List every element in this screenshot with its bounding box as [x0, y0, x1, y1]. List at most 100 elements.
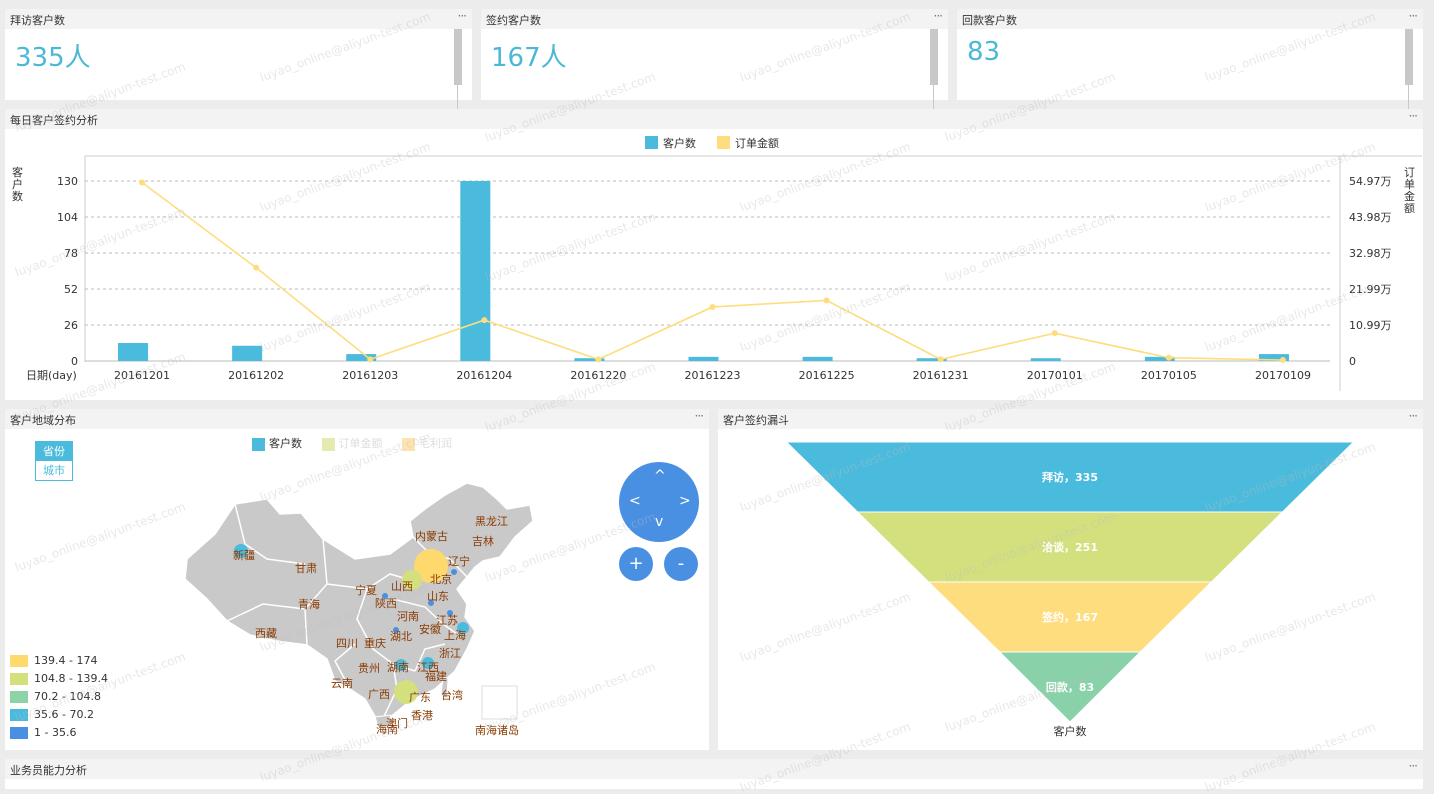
province-label: 甘肃	[295, 562, 317, 575]
province-label: 陕西	[375, 596, 397, 610]
bar-series	[118, 181, 1289, 361]
province-label: 重庆	[364, 636, 386, 650]
divider	[1408, 85, 1409, 109]
scrollbar[interactable]	[930, 29, 938, 85]
panel-header: 拜访客户数 ···	[5, 9, 472, 29]
zoom-out-button[interactable]: -	[664, 547, 698, 581]
province-label: 福建	[425, 669, 447, 683]
legend-label-amount[interactable]: 订单金额	[735, 136, 779, 150]
province-label: 广东	[409, 691, 431, 704]
right-tick-labels: 54.97万 43.98万 32.98万 21.99万 10.99万 0	[1349, 175, 1392, 368]
south-sea-inset	[481, 685, 518, 720]
point-order-amount-20161225[interactable]	[823, 297, 830, 304]
chart-legend[interactable]: 客户数 订单金额	[645, 136, 779, 150]
funnel-axis-label: 客户数	[1054, 724, 1087, 738]
panel-title: 业务员能力分析	[10, 764, 87, 777]
scrollbar[interactable]	[454, 29, 462, 85]
y-axis-right-label-4: 额	[1404, 202, 1415, 215]
province-label: 吉林	[472, 534, 494, 548]
map-nav-control[interactable]: ^ v < >	[619, 462, 699, 542]
pan-down-button[interactable]: v	[655, 514, 663, 530]
province-label: 青海	[298, 597, 320, 611]
daily-combo-chart: 客户数 订单金额 客 户 数 订 单 金 额 日期(day) 130104785…	[12, 136, 1422, 391]
point-order-amount-20161201[interactable]	[139, 179, 146, 186]
legend-label-customers[interactable]: 客户数	[663, 136, 696, 150]
range-legend-item[interactable]: 70.2 - 104.8	[10, 690, 108, 708]
y-axis-left-label-3: 数	[12, 190, 23, 203]
range-legend-item[interactable]: 139.4 - 174	[10, 654, 108, 672]
pan-right-button[interactable]: >	[679, 493, 691, 509]
panel-title: 每日客户签约分析	[10, 114, 98, 127]
province-label: 山西	[391, 580, 413, 593]
x-tick-label: 20161203	[342, 369, 398, 382]
more-menu-icon[interactable]: ···	[1409, 109, 1419, 123]
point-order-amount-20161220[interactable]	[595, 356, 602, 363]
province-label: 湖南	[387, 661, 409, 674]
point-order-amount-20170105[interactable]	[1165, 354, 1172, 361]
x-tick-label: 20161231	[913, 369, 969, 382]
region-distribution-panel: 客户地域分布 ··· 客户数 订单金额 毛利润 省份 城市 黑龙江 吉林 内蒙古…	[5, 409, 709, 750]
x-tick-label: 20161220	[570, 369, 626, 382]
province-label: 安徽	[419, 622, 441, 636]
line-series	[139, 179, 1286, 364]
bar-customers-20161202[interactable]	[232, 345, 263, 361]
funnel-stage-label: 回款，83	[1046, 680, 1094, 694]
point-order-amount-20170109[interactable]	[1279, 357, 1286, 364]
province-label: 新疆	[233, 548, 255, 562]
bar-customers-20170101[interactable]	[1030, 358, 1061, 361]
bar-customers-20161223[interactable]	[688, 356, 719, 361]
province-label: 香港	[411, 709, 433, 722]
left-tick-labels: 130 104 78 52 26 0	[57, 175, 78, 368]
province-label: 山东	[427, 590, 449, 603]
range-legend-item[interactable]: 104.8 - 139.4	[10, 672, 108, 690]
kpi-visits-panel: 拜访客户数 ··· 335人	[5, 9, 472, 109]
more-menu-icon[interactable]: ···	[458, 9, 468, 23]
more-menu-icon[interactable]: ···	[1409, 9, 1419, 23]
point-order-amount-20161204[interactable]	[481, 317, 488, 324]
left-tick-label: 26	[64, 319, 78, 332]
point-order-amount-20161202[interactable]	[253, 264, 260, 271]
right-tick-label: 43.98万	[1349, 211, 1392, 224]
range-label: 70.2 - 104.8	[34, 690, 101, 703]
kpi-value: 335人	[15, 43, 91, 73]
bar-customers-20161201[interactable]	[118, 343, 149, 361]
range-legend: 139.4 - 174 104.8 - 139.4 70.2 - 104.8 35.6…	[10, 654, 108, 744]
scrollbar[interactable]	[1405, 29, 1413, 85]
pan-up-button[interactable]: ^	[654, 468, 666, 484]
kpi-payment-panel: 回款客户数 ··· 83	[957, 9, 1423, 109]
x-tick-label: 20161204	[456, 369, 512, 382]
province-label: 广西	[368, 688, 390, 701]
province-label: 四川	[336, 637, 358, 650]
point-order-amount-20161231[interactable]	[937, 356, 944, 363]
panel-header: 每日客户签约分析 ···	[5, 109, 1423, 129]
right-tick-label: 10.99万	[1349, 319, 1392, 332]
left-tick-label: 104	[57, 211, 78, 224]
more-menu-icon[interactable]: ···	[934, 9, 944, 23]
range-label: 1 - 35.6	[34, 726, 77, 739]
right-tick-label: 0	[1349, 355, 1356, 368]
left-tick-label: 52	[64, 283, 78, 296]
province-label: 西藏	[255, 627, 277, 640]
range-label: 35.6 - 70.2	[34, 708, 94, 721]
more-menu-icon[interactable]: ···	[1409, 759, 1419, 773]
province-label: 海南	[376, 722, 398, 736]
range-legend-item[interactable]: 1 - 35.6	[10, 726, 108, 744]
x-tick-label: 20170101	[1027, 369, 1083, 382]
point-order-amount-20161203[interactable]	[367, 356, 374, 363]
province-label: 台湾	[441, 688, 463, 702]
province-label: 河南	[397, 610, 419, 623]
bar-customers-20161204[interactable]	[460, 181, 491, 361]
left-tick-label: 0	[71, 355, 78, 368]
zoom-in-button[interactable]: +	[619, 547, 653, 581]
y-axis-left-label-2: 户	[12, 177, 23, 191]
funnel-stage-label: 洽谈，251	[1042, 540, 1098, 554]
province-label: 北京	[430, 572, 452, 586]
point-order-amount-20161223[interactable]	[709, 303, 716, 310]
range-legend-item[interactable]: 35.6 - 70.2	[10, 708, 108, 726]
kpi-signed-panel: 签约客户数 ··· 167人	[481, 9, 948, 109]
pan-left-button[interactable]: <	[629, 493, 641, 509]
bar-customers-20161225[interactable]	[802, 356, 833, 361]
range-swatch	[10, 727, 28, 739]
point-order-amount-20170101[interactable]	[1051, 330, 1058, 337]
y-axis-right-label-3: 金	[1404, 189, 1415, 203]
